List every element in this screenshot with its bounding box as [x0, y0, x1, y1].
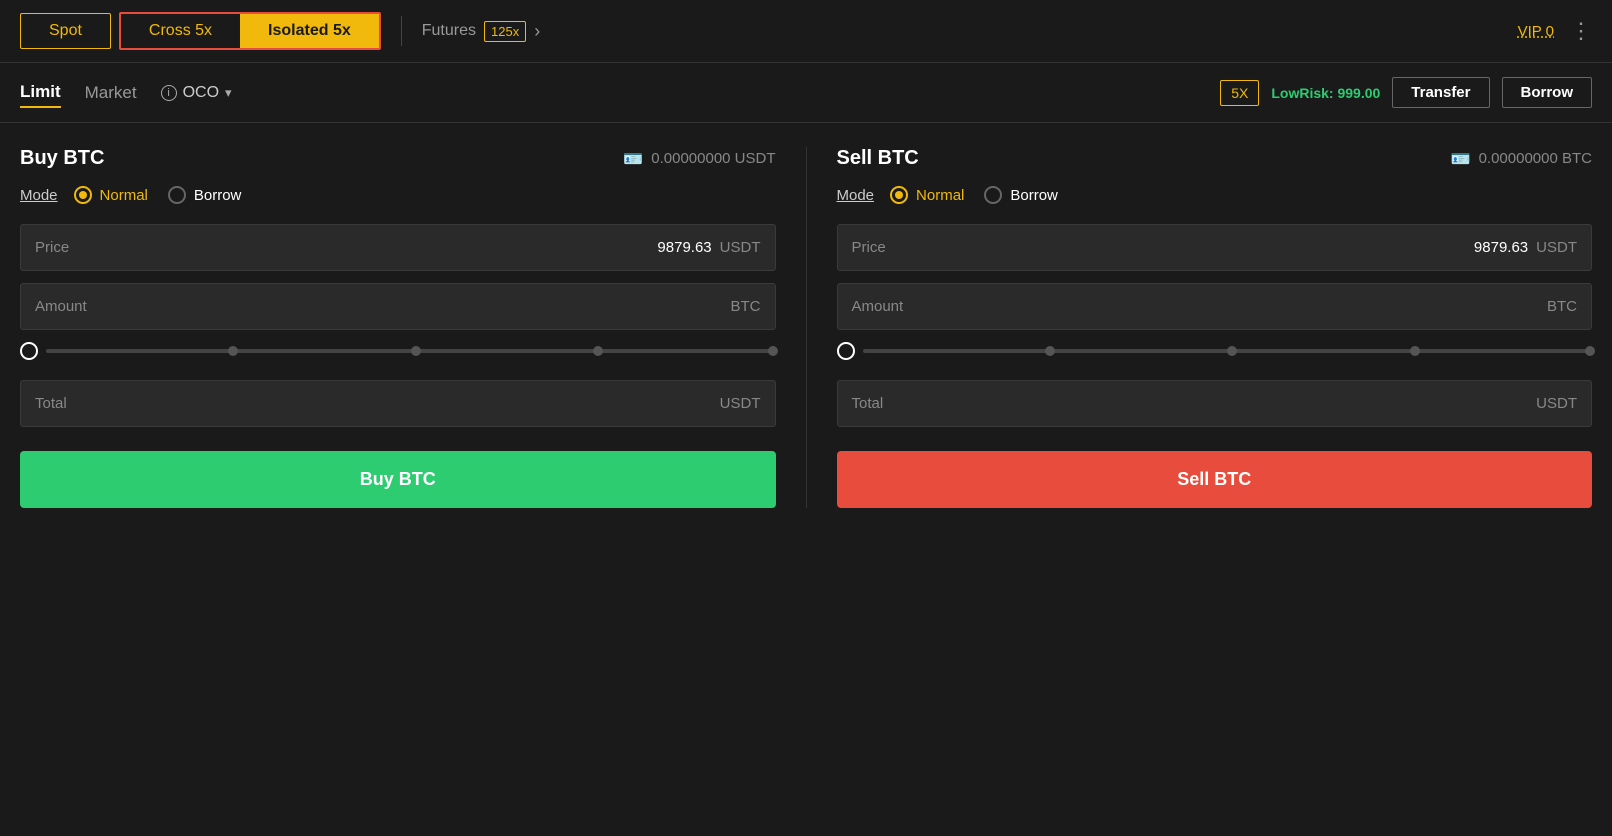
sell-slider-tick-100	[1585, 346, 1595, 356]
sell-balance: 0.00000000 BTC	[1479, 150, 1592, 167]
buy-slider-tick-50	[411, 346, 421, 356]
sell-price-input[interactable]: Price 9879.63 USDT	[837, 224, 1593, 271]
sell-amount-currency: BTC	[1547, 298, 1577, 315]
buy-price-value: 9879.63	[657, 239, 711, 256]
oco-label: OCO	[183, 84, 219, 102]
sell-panel: Sell BTC 🪪 0.00000000 BTC Mode Normal Bo…	[837, 147, 1593, 508]
trading-panels: Buy BTC 🪪 0.00000000 USDT Mode Normal Bo…	[0, 123, 1612, 532]
sell-radio-group: Normal Borrow	[890, 186, 1058, 204]
buy-slider-tick-100	[768, 346, 778, 356]
sell-slider-tick-50	[1227, 346, 1237, 356]
panel-divider	[806, 147, 807, 508]
buy-mode-label[interactable]: Mode	[20, 187, 58, 204]
buy-price-currency: USDT	[720, 239, 761, 256]
tab-isolated[interactable]: Isolated 5x	[240, 14, 379, 48]
buy-panel: Buy BTC 🪪 0.00000000 USDT Mode Normal Bo…	[20, 147, 776, 508]
buy-normal-radio-outer	[74, 186, 92, 204]
sell-balance-info: 🪪 0.00000000 BTC	[1451, 149, 1592, 169]
futures-label: Futures	[422, 22, 476, 40]
buy-panel-header: Buy BTC 🪪 0.00000000 USDT	[20, 147, 776, 170]
sell-normal-radio-outer	[890, 186, 908, 204]
sell-normal-radio-inner	[895, 191, 903, 199]
buy-radio-group: Normal Borrow	[74, 186, 242, 204]
sell-amount-label: Amount	[852, 298, 1548, 315]
sell-slider-tick-75	[1410, 346, 1420, 356]
more-options-button[interactable]: ⋮	[1570, 18, 1592, 44]
vip-label[interactable]: VIP 0	[1518, 23, 1554, 40]
sell-mode-borrow[interactable]: Borrow	[984, 186, 1058, 204]
buy-slider-tick-25	[228, 346, 238, 356]
sell-slider-track	[863, 349, 1593, 353]
buy-borrow-label: Borrow	[194, 187, 242, 204]
risk-section: 5X LowRisk: 999.00 Transfer Borrow	[1220, 77, 1592, 108]
tab-market[interactable]: Market	[85, 79, 137, 107]
divider	[401, 16, 402, 46]
buy-balance-info: 🪪 0.00000000 USDT	[623, 149, 775, 169]
sell-price-label: Price	[852, 239, 1474, 256]
buy-slider-tick-75	[593, 346, 603, 356]
sell-slider-tick-25	[1045, 346, 1055, 356]
buy-amount-label: Amount	[35, 298, 731, 315]
buy-price-input[interactable]: Price 9879.63 USDT	[20, 224, 776, 271]
buy-normal-label: Normal	[100, 187, 148, 204]
sell-borrow-radio-outer	[984, 186, 1002, 204]
buy-mode-row: Mode Normal Borrow	[20, 186, 776, 204]
top-bar: Spot Cross 5x Isolated 5x Futures 125x ›…	[0, 0, 1612, 63]
buy-btc-button[interactable]: Buy BTC	[20, 451, 776, 508]
sell-panel-header: Sell BTC 🪪 0.00000000 BTC	[837, 147, 1593, 170]
low-risk-text: LowRisk: 999.00	[1271, 85, 1380, 101]
tab-cross[interactable]: Cross 5x	[121, 14, 240, 48]
wallet-icon: 🪪	[623, 149, 643, 169]
sell-total-input[interactable]: Total USDT	[837, 380, 1593, 427]
buy-price-label: Price	[35, 239, 657, 256]
sell-mode-normal[interactable]: Normal	[890, 186, 964, 204]
buy-slider-track	[46, 349, 776, 353]
buy-balance: 0.00000000 USDT	[651, 150, 775, 167]
sell-slider[interactable]	[837, 342, 1593, 360]
tab-spot[interactable]: Spot	[20, 13, 111, 49]
borrow-button[interactable]: Borrow	[1502, 77, 1593, 108]
sell-wallet-icon: 🪪	[1451, 149, 1471, 169]
futures-section: Futures 125x ›	[422, 21, 540, 42]
sell-total-label: Total	[852, 395, 1537, 412]
buy-panel-title: Buy BTC	[20, 147, 104, 170]
futures-badge[interactable]: 125x	[484, 21, 526, 42]
sell-price-currency: USDT	[1536, 239, 1577, 256]
buy-mode-borrow[interactable]: Borrow	[168, 186, 242, 204]
buy-slider[interactable]	[20, 342, 776, 360]
sell-total-currency: USDT	[1536, 395, 1577, 412]
buy-total-input[interactable]: Total USDT	[20, 380, 776, 427]
sell-price-value: 9879.63	[1474, 239, 1528, 256]
futures-arrow-icon[interactable]: ›	[534, 21, 540, 42]
buy-total-currency: USDT	[720, 395, 761, 412]
sell-amount-input[interactable]: Amount BTC	[837, 283, 1593, 330]
sell-btc-button[interactable]: Sell BTC	[837, 451, 1593, 508]
buy-slider-thumb	[20, 342, 38, 360]
buy-total-label: Total	[35, 395, 720, 412]
sell-panel-title: Sell BTC	[837, 147, 919, 170]
tab-oco[interactable]: i OCO ▾	[161, 84, 232, 102]
leverage-badge[interactable]: 5X	[1220, 80, 1259, 106]
buy-amount-input[interactable]: Amount BTC	[20, 283, 776, 330]
sell-mode-label[interactable]: Mode	[837, 187, 875, 204]
oco-info-icon: i	[161, 85, 177, 101]
buy-mode-normal[interactable]: Normal	[74, 186, 148, 204]
tab-limit[interactable]: Limit	[20, 78, 61, 108]
sell-mode-row: Mode Normal Borrow	[837, 186, 1593, 204]
buy-amount-currency: BTC	[731, 298, 761, 315]
sell-borrow-label: Borrow	[1010, 187, 1058, 204]
buy-normal-radio-inner	[79, 191, 87, 199]
sell-normal-label: Normal	[916, 187, 964, 204]
buy-borrow-radio-outer	[168, 186, 186, 204]
oco-chevron-icon: ▾	[225, 85, 232, 101]
transfer-button[interactable]: Transfer	[1392, 77, 1489, 108]
sell-slider-thumb	[837, 342, 855, 360]
tab-group: Spot Cross 5x Isolated 5x	[20, 12, 381, 50]
order-type-bar: Limit Market i OCO ▾ 5X LowRisk: 999.00 …	[0, 63, 1612, 123]
margin-tab-group: Cross 5x Isolated 5x	[119, 12, 381, 50]
